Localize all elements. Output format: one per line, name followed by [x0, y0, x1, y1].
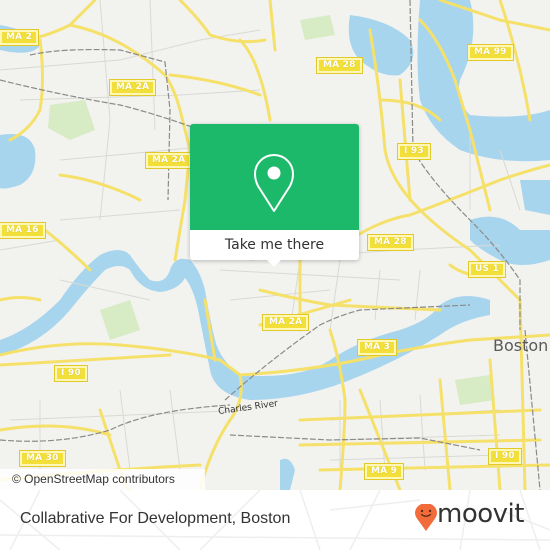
moovit-wordmark: moovit — [437, 499, 524, 529]
route-shield: MA 28 — [316, 57, 363, 74]
route-shield: MA 16 — [0, 222, 46, 239]
map-attribution[interactable]: © OpenStreetMap contributors — [0, 469, 205, 490]
route-shield: I 90 — [488, 448, 522, 465]
popup-header — [190, 124, 359, 230]
moovit-logo[interactable]: moovit — [415, 499, 540, 540]
route-shield: US 1 — [468, 261, 506, 278]
popup-tail — [266, 259, 282, 267]
route-shield: MA 2A — [108, 79, 157, 96]
route-shield: I 90 — [54, 365, 88, 382]
route-shield: MA 2A — [261, 314, 310, 331]
location-popup[interactable]: Take me there — [190, 124, 359, 267]
map-pin-icon — [254, 154, 294, 212]
city-label: Boston — [493, 336, 549, 355]
route-shield: MA 3 — [356, 339, 398, 356]
route-shield: MA 2A — [144, 152, 193, 169]
moovit-pin-icon — [415, 504, 437, 531]
route-shield: I 93 — [397, 143, 431, 160]
map[interactable]: MA 2 MA 2A MA 2A MA 2A MA 28 MA 28 MA 99… — [0, 0, 550, 490]
route-shield: MA 2 — [0, 29, 40, 46]
footer: Collabrative For Development, Boston moo… — [0, 490, 550, 550]
route-shield: MA 9 — [363, 463, 405, 480]
place-name: Collabrative For Development, Boston — [20, 510, 291, 527]
route-shield: MA 30 — [19, 450, 66, 467]
take-me-there-button[interactable]: Take me there — [190, 230, 359, 260]
route-shield: MA 28 — [367, 234, 414, 251]
route-shield: MA 99 — [467, 44, 514, 61]
